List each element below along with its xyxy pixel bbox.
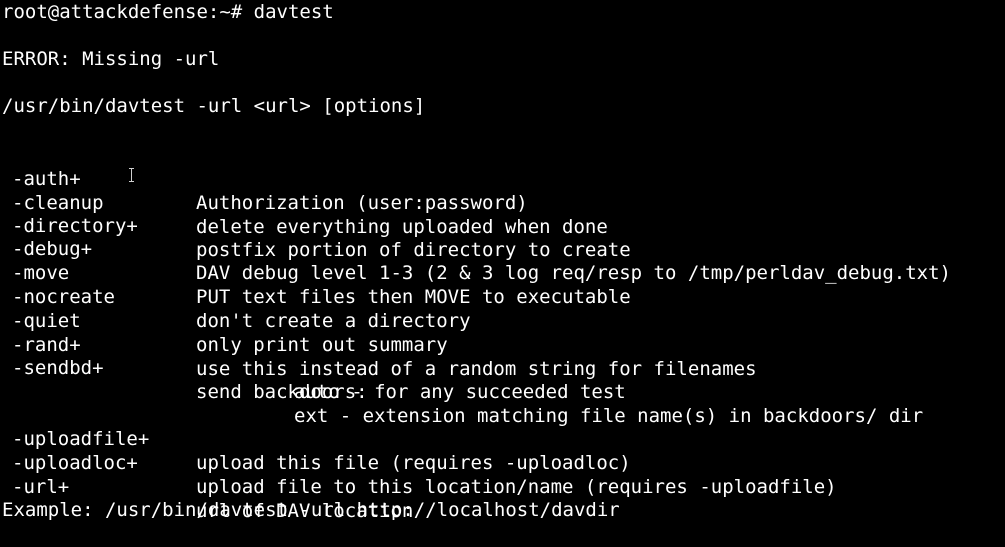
option-row-cleanup: -cleanup delete everything uploaded when… — [0, 167, 1005, 238]
option-row-sendbd: -sendbd+ send backdoors: — [0, 332, 1005, 403]
option-row-url: -url+ url of DAV location — [0, 451, 1005, 522]
text-cursor-icon — [128, 168, 136, 182]
option-row-quiet: -quiet only print out summary — [0, 285, 1005, 356]
option-row-directory: -directory+ postfix portion of directory… — [0, 190, 1005, 261]
usage-line: /usr/bin/davtest -url <url> [options] — [2, 95, 426, 117]
option-description: upload file to this location/name (requi… — [196, 476, 837, 498]
terminal-window[interactable]: root@attackdefense:~# davtest ERROR: Mis… — [0, 0, 1005, 532]
example-line: Example: /usr/bin/davtest -url http://lo… — [2, 499, 620, 521]
option-row-uploadloc: -uploadloc+ upload file to this location… — [0, 427, 1005, 498]
error-message: ERROR: Missing -url — [2, 48, 220, 70]
shell-prompt-line: root@attackdefense:~# davtest — [2, 1, 334, 23]
option-row-debug: -debug+ DAV debug level 1-3 (2 & 3 log r… — [0, 213, 1005, 284]
option-row-move: -move PUT text files then MOVE to execut… — [0, 237, 1005, 308]
option-row-auth: -auth+ Authorization (user:password) — [0, 143, 1005, 214]
option-row-uploadfile: -uploadfile+ upload this file (requires … — [0, 403, 1005, 474]
option-row-nocreate: -nocreate don't create a directory — [0, 261, 1005, 332]
sendbd-suboption-ext: ext - extension matching file name(s) in… — [0, 380, 1005, 427]
option-name: -url+ — [12, 476, 70, 498]
sendbd-suboption-auto: auto - for any succeeded test — [0, 356, 1005, 403]
option-row-rand: -rand+ use this instead of a random stri… — [0, 309, 1005, 380]
